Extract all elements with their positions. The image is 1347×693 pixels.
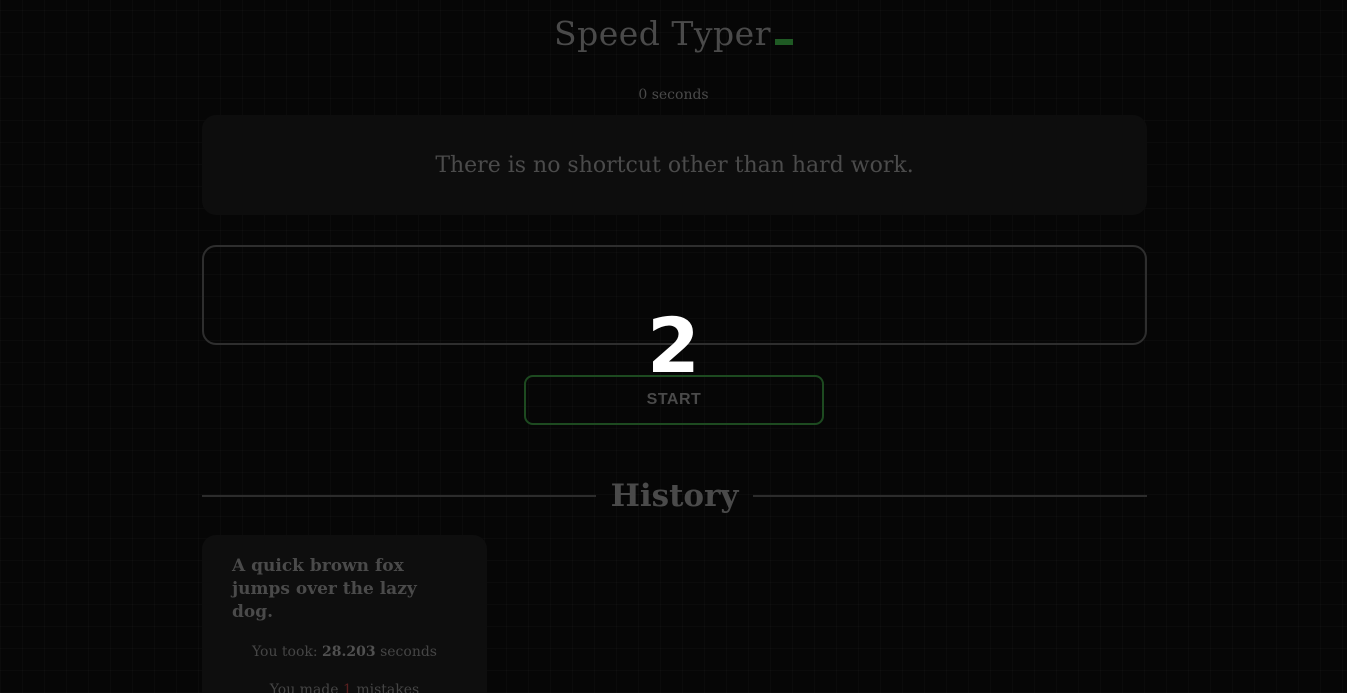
mistakes-value: 1 [343, 682, 352, 693]
quote-text: There is no shortcut other than hard wor… [435, 152, 914, 178]
time-prefix: You took: [251, 644, 323, 660]
history-divider: History [202, 478, 1147, 514]
speed-typer-page: Speed Typer 0 seconds There is no shortc… [0, 0, 1347, 693]
timer-readout: 0 seconds [638, 87, 709, 103]
divider-line-right [753, 495, 1147, 497]
mistakes-prefix: You made [269, 682, 343, 693]
history-card-mistakes: You made 1 mistakes [232, 682, 457, 693]
history-title: History [610, 478, 739, 514]
header: Speed Typer [0, 14, 1347, 53]
history-card-quote: A quick brown fox jumps over the lazy do… [232, 556, 417, 622]
quote-display: There is no shortcut other than hard wor… [202, 115, 1147, 215]
history-card-time: You took: 28.203 seconds [232, 644, 457, 660]
time-suffix: seconds [375, 644, 437, 660]
app-title: Speed Typer [554, 14, 771, 53]
start-button[interactable]: START [524, 375, 824, 425]
divider-line-left [202, 495, 596, 497]
typing-input[interactable] [202, 245, 1147, 345]
time-value: 28.203 [322, 644, 376, 660]
blinking-cursor-icon [775, 39, 793, 45]
mistakes-suffix: mistakes [351, 682, 420, 693]
history-card: A quick brown fox jumps over the lazy do… [202, 535, 487, 693]
